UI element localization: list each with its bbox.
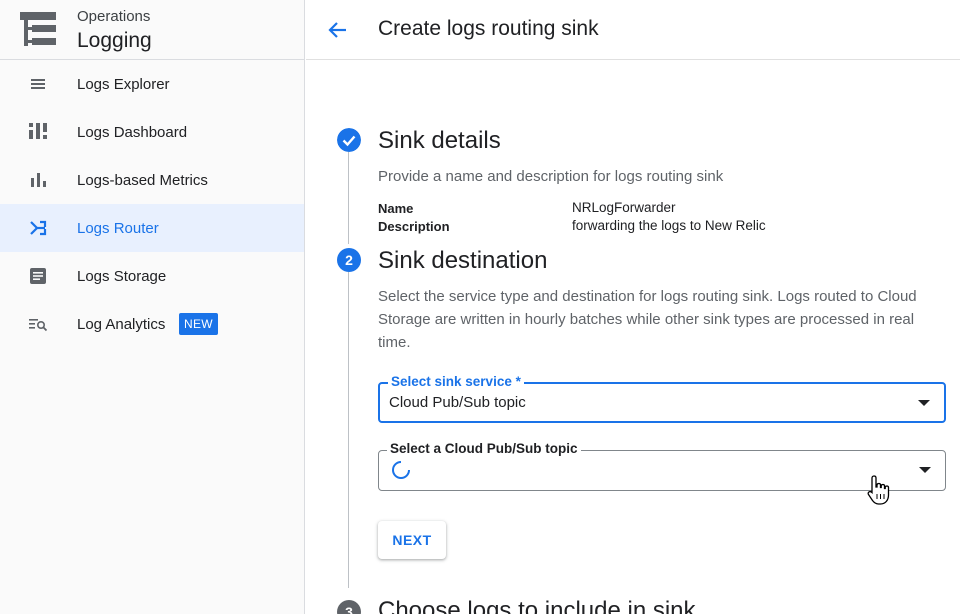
storage-icon <box>30 268 46 284</box>
sidebar-item-label: Logs Explorer <box>77 75 170 93</box>
new-badge: NEW <box>179 313 218 335</box>
dropdown-arrow-icon <box>919 467 931 473</box>
check-circle-icon <box>337 128 361 152</box>
loading-spinner-icon <box>392 461 410 479</box>
detail-key-name: Name <box>378 201 414 216</box>
bar-chart-icon <box>31 173 46 187</box>
next-button[interactable]: NEXT <box>378 521 446 559</box>
page-header: Create logs routing sink <box>306 0 960 60</box>
step2-description-line: time. <box>378 334 411 351</box>
main-content: Create logs routing sink Sink details Pr… <box>306 0 960 614</box>
list-icon <box>31 79 45 89</box>
sidebar: Operations Logging Logs Explorer Logs Da… <box>0 0 305 614</box>
sidebar-item-label: Log Analytics <box>77 315 166 333</box>
sidebar-item-logs-based-metrics[interactable]: Logs-based Metrics <box>0 156 304 204</box>
sink-service-select[interactable]: Select sink service * Cloud Pub/Sub topi… <box>378 374 946 423</box>
step1-title: Sink details <box>378 127 501 154</box>
sidebar-item-log-analytics[interactable]: Log Analytics NEW <box>0 300 304 348</box>
router-icon <box>30 220 47 236</box>
page-title: Create logs routing sink <box>378 17 599 40</box>
pubsub-topic-select[interactable]: Select a Cloud Pub/Sub topic <box>378 441 946 491</box>
sidebar-item-label: Logs-based Metrics <box>77 171 208 189</box>
back-arrow-icon[interactable] <box>326 18 350 42</box>
logging-product-icon <box>20 12 56 46</box>
sidebar-item-label: Logs Dashboard <box>77 123 188 141</box>
dashboard-icon <box>29 123 47 139</box>
step2-description-line: Storage are written in hourly batches wh… <box>378 311 915 328</box>
analytics-icon <box>29 319 48 332</box>
step-connector-line <box>348 152 349 244</box>
step2-number: 2 <box>337 248 361 272</box>
sidebar-item-logs-router[interactable]: Logs Router <box>0 204 304 252</box>
sidebar-item-label: Logs Storage <box>77 267 167 285</box>
sidebar-nav: Logs Explorer Logs Dashboard Logs-based … <box>0 60 304 348</box>
dropdown-arrow-icon <box>918 400 930 406</box>
step3-title[interactable]: Choose logs to include in sink <box>378 597 696 614</box>
detail-value-name: NRLogForwarder <box>572 200 676 215</box>
product-supertitle: Operations <box>77 8 151 25</box>
hand-pointer-cursor-icon <box>867 475 890 505</box>
detail-key-description: Description <box>378 219 450 234</box>
sink-service-value: Cloud Pub/Sub topic <box>389 394 526 411</box>
step-connector-line <box>348 272 349 588</box>
step1-description: Provide a name and description for logs … <box>378 168 724 185</box>
pubsub-topic-label: Select a Cloud Pub/Sub topic <box>387 441 581 456</box>
sidebar-item-label: Logs Router <box>77 219 159 237</box>
product-header: Operations Logging <box>0 0 304 60</box>
sidebar-item-logs-explorer[interactable]: Logs Explorer <box>0 60 304 108</box>
step3-number: 3 <box>337 600 361 614</box>
step2-title: Sink destination <box>378 247 548 274</box>
product-title: Logging <box>77 29 152 52</box>
sidebar-item-logs-storage[interactable]: Logs Storage <box>0 252 304 300</box>
sidebar-item-logs-dashboard[interactable]: Logs Dashboard <box>0 108 304 156</box>
step2-description-line: Select the service type and destination … <box>378 288 917 305</box>
sink-service-label: Select sink service * <box>388 374 524 389</box>
detail-value-description: forwarding the logs to New Relic <box>572 218 766 233</box>
